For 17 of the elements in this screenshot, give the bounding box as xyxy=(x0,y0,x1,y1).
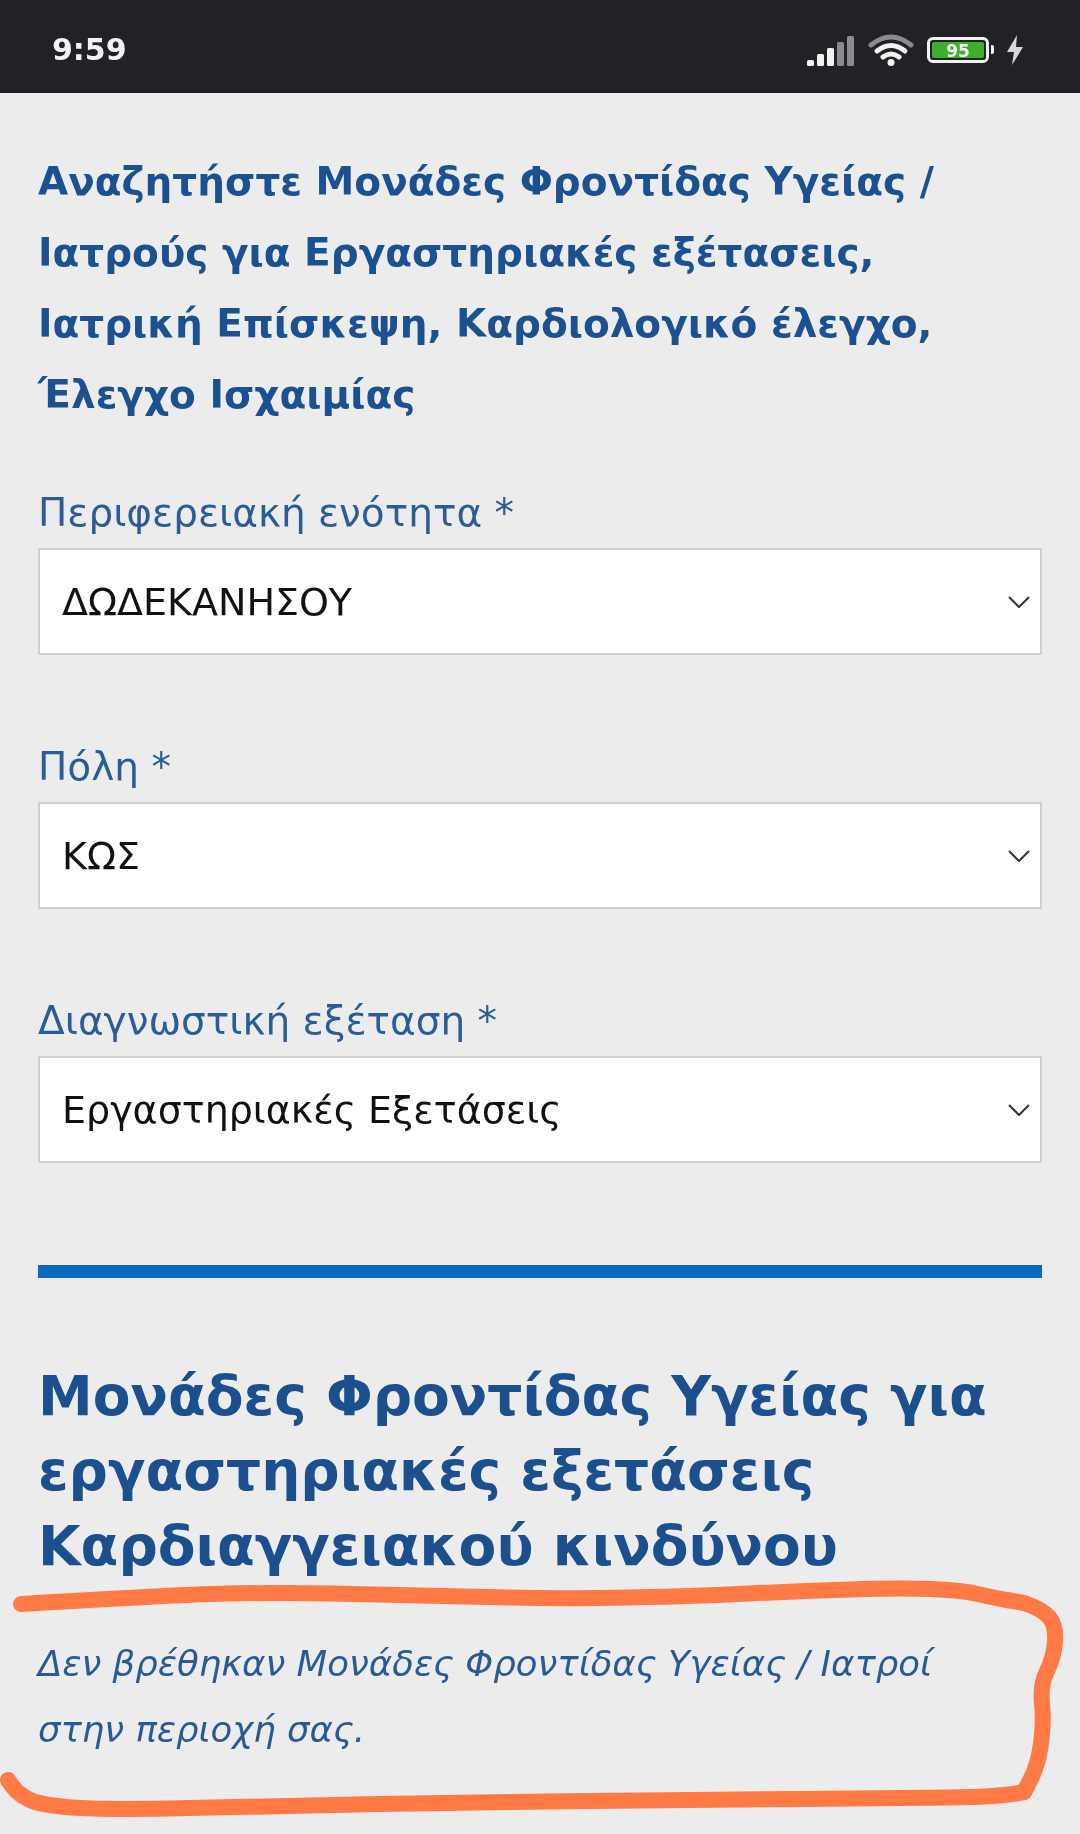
battery-indicator: 95 xyxy=(927,36,994,63)
signal-icon xyxy=(807,33,855,66)
charging-bolt-icon xyxy=(1007,34,1023,65)
section-heading: Μονάδες Φροντίδας Υγείας για εργαστηριακές εξετάσεις Καρδιαγγειακού κινδύνου xyxy=(38,1363,988,1580)
field-label: Πόλη * xyxy=(38,743,171,791)
select-field[interactable]: Εργαστηριακές Εξετάσεις xyxy=(38,1056,1042,1163)
select-field[interactable]: ΔΩΔΕΚΑΝΗΣΟΥ xyxy=(38,548,1042,655)
field-label: Περιφερειακή ενότητα * xyxy=(38,489,515,537)
chevron-down-icon xyxy=(1008,595,1030,608)
field-label: Διαγνωστική εξέταση * xyxy=(38,997,498,1045)
empty-results-message: Δεν βρέθηκαν Μονάδες Φροντίδας Υγείας / Ιατροί στην περιοχή σας. xyxy=(38,1642,936,1752)
chevron-down-icon xyxy=(1008,849,1030,862)
select-field[interactable]: ΚΩΣ xyxy=(38,802,1042,909)
chevron-down-icon xyxy=(1008,1103,1030,1116)
status-time: 9:59 xyxy=(52,31,127,67)
wifi-icon xyxy=(868,33,914,66)
page-heading: Αναζητήστε Μονάδες Φροντίδας Υγείας / Ιατρούς για Εργαστηριακές εξέτασεις, Ιατρική Επίσκεψη, Καρδιολογικό έλεγχο, Έλεγχο Ισχαιμίας xyxy=(38,158,935,419)
